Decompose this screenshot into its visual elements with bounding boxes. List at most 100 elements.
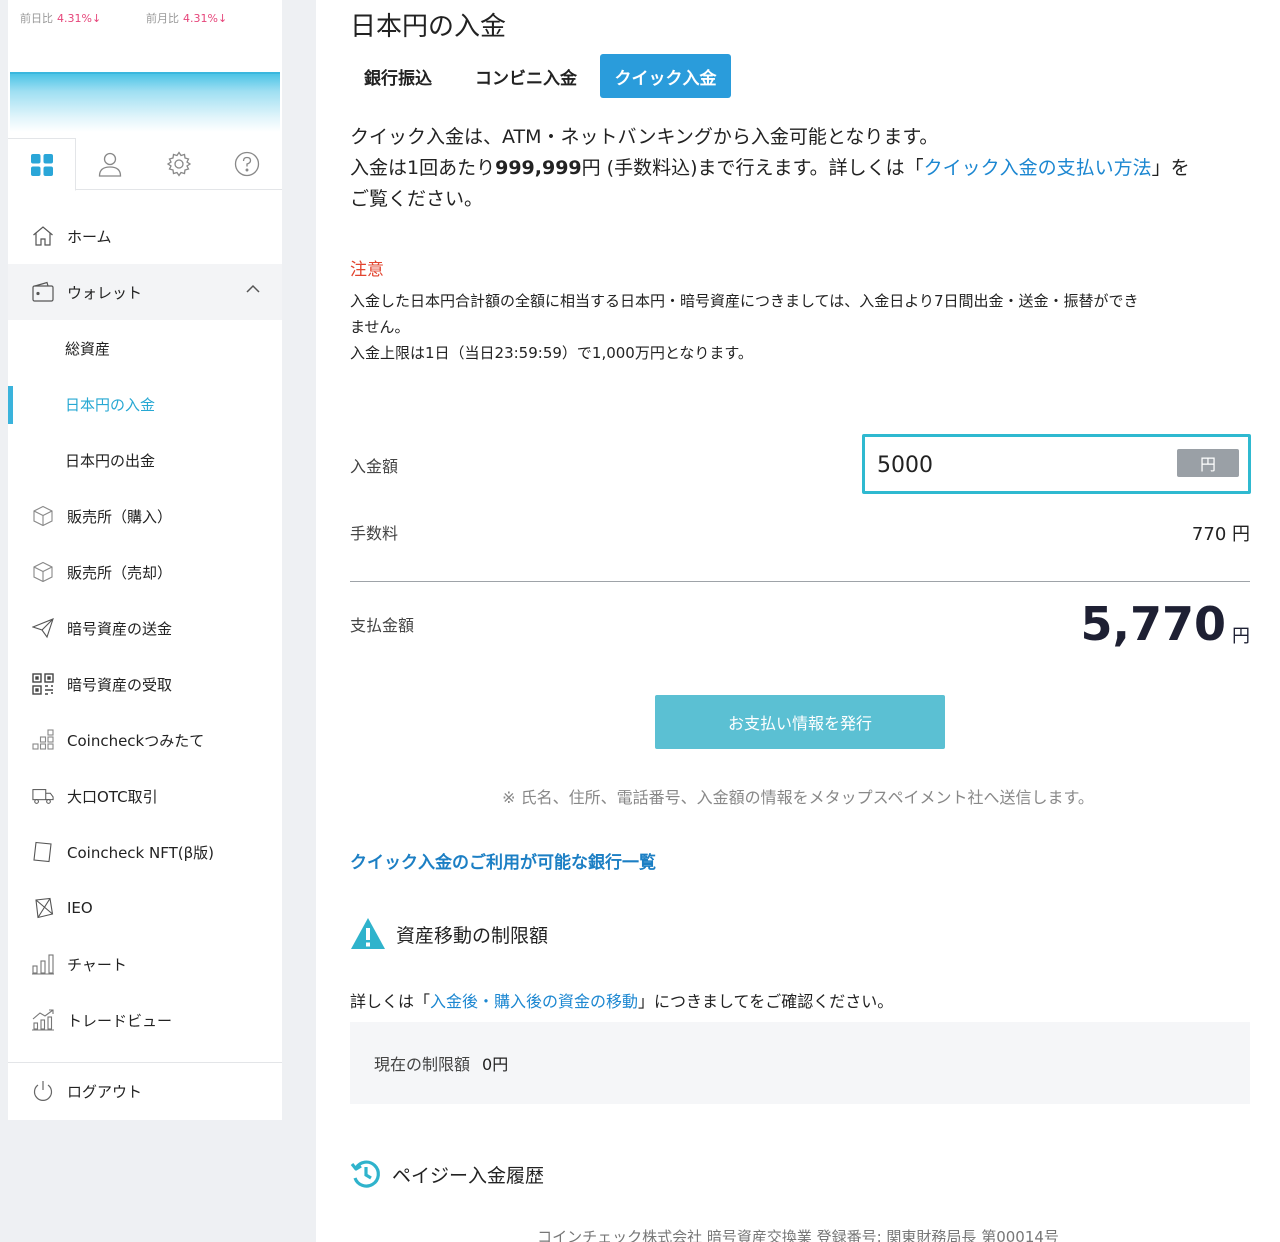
sidebar-item-sell[interactable]: 販売所（売却） [8,544,282,600]
intro-line-1: クイック入金は、ATM・ネットバンキングから入金可能となります。 [350,126,939,148]
sidebar-item-label: Coincheck NFT(β版) [67,843,215,862]
payeasy-history-title: ペイジー入金履歴 [392,1164,545,1187]
current-limit-box: 現在の制限額 0円 [350,1022,1250,1104]
limit-text-pre: 詳しくは「 [350,992,431,1011]
transfer-limit-title: 資産移動の制限額 [396,924,549,947]
user-icon [98,152,122,177]
chevron-up-icon[interactable] [246,284,260,294]
max-amount: 999,999 [495,157,582,179]
fee-label: 手数料 [350,524,399,543]
ieo-icon [35,897,54,919]
intro-line-2: 入金は1回あたり999,999円 (手数料込)まで行えます。詳しくは「クイック入… [350,153,1250,184]
sidebar-item-label: 大口OTC取引 [67,787,158,806]
current-limit-value: 0円 [482,1055,509,1074]
intro-line-2-post: 」を [1151,157,1190,179]
mini-chart [10,72,280,132]
paper-plane-icon [32,618,54,639]
current-limit-label: 現在の制限額 [374,1055,471,1074]
caution-text: 入金した日本円合計額の全額に相当する日本円・暗号資産につきましては、入金日より7… [350,288,1250,366]
history-icon [350,1160,380,1188]
cube-icon [33,561,53,583]
sidebar-item-label: 日本円の出金 [65,451,156,470]
day-change-value: 4.31%↓ [57,12,102,25]
sidebar-item-jpy-deposit[interactable]: 日本円の入金 [8,376,282,432]
card-icon [33,841,52,863]
cube-icon [33,505,53,527]
sidebar: 前日比 4.31%↓ 前月比 4.31%↓ ホーム ウォレット 総資産 日本円の… [8,0,282,1120]
sidebar-item-ieo[interactable]: IEO [8,880,282,936]
fund-transfer-link[interactable]: 入金後・購入後の資金の移動 [430,992,638,1011]
sidebar-item-label: ホーム [67,227,112,246]
price-ticker: 前日比 4.31%↓ 前月比 4.31%↓ [20,10,270,30]
sidebar-item-receive[interactable]: 暗号資産の受取 [8,656,282,712]
tab-convenience-store[interactable]: コンビニ入金 [462,54,590,98]
wallet-icon [32,281,54,302]
supported-banks-link[interactable]: クイック入金のご利用が可能な銀行一覧 [350,848,656,873]
footer-registration: コインチェック株式会社 暗号資産交換業 登録番号: 関東財務局長 第00014号 [537,1228,1059,1242]
tab-bank-transfer[interactable]: 銀行振込 [350,54,446,98]
sidebar-item-tradeview[interactable]: トレードビュー [8,992,282,1048]
tab-account[interactable] [76,138,144,190]
sidebar-item-logout[interactable]: ログアウト [8,1063,282,1119]
caution-line-1: 入金した日本円合計額の全額に相当する日本円・暗号資産につきましては、入金日より7… [350,292,1139,310]
tab-quick-deposit[interactable]: クイック入金 [600,54,731,98]
intro-text: クイック入金は、ATM・ネットバンキングから入金可能となります。 入金は1回あた… [350,122,1250,215]
coins-stack-icon [32,729,54,750]
sidebar-menu: ホーム ウォレット 総資産 日本円の入金 日本円の出金 販売所（購入） 販売所（… [8,208,282,1048]
amount-unit-badge: 円 [1177,449,1239,477]
warning-icon [351,918,385,949]
logout-section: ログアウト [8,1063,282,1119]
quick-deposit-howto-link[interactable]: クイック入金の支払い方法 [924,157,1152,179]
sidebar-item-label: 暗号資産の受取 [67,675,173,694]
amount-input[interactable] [877,451,1157,479]
total-amount: 5,770 円 [1080,596,1250,652]
power-icon [33,1081,53,1101]
month-change-label: 前月比 [146,12,179,25]
sidebar-item-total-assets[interactable]: 総資産 [8,320,282,376]
sidebar-item-jpy-withdraw[interactable]: 日本円の出金 [8,432,282,488]
sidebar-item-tsumitate[interactable]: Coincheckつみたて [8,712,282,768]
tab-dashboard[interactable] [8,138,76,191]
sidebar-item-label: チャート [67,955,127,974]
sidebar-item-label: ウォレット [67,283,143,302]
sidebar-item-label: 暗号資産の送金 [67,619,173,638]
issue-payment-info-button[interactable]: お支払い情報を発行 [655,695,945,749]
divider [350,581,1250,582]
total-label: 支払金額 [350,616,415,635]
caution-title: 注意 [350,260,384,280]
main-content: 日本円の入金 銀行振込 コンビニ入金 クイック入金 クイック入金は、ATM・ネッ… [316,0,1280,1242]
sidebar-item-wallet[interactable]: ウォレット [8,264,282,320]
transfer-limit-text: 詳しくは「入金後・購入後の資金の移動」につきましてをご確認ください。 [350,988,893,1012]
day-change-label: 前日比 [20,12,53,25]
qr-code-icon [32,673,54,695]
sidebar-item-send[interactable]: 暗号資産の送金 [8,600,282,656]
page-title: 日本円の入金 [350,12,507,42]
sidebar-item-otc[interactable]: 大口OTC取引 [8,768,282,824]
gear-icon [166,151,192,177]
sidebar-item-chart[interactable]: チャート [8,936,282,992]
day-change: 前日比 4.31%↓ [20,10,101,26]
help-icon [234,151,260,177]
truck-icon [32,789,54,804]
home-icon [33,226,53,246]
payeasy-history-heading: ペイジー入金履歴 [350,1158,544,1190]
sidebar-item-label: Coincheckつみたて [67,731,205,750]
tab-help[interactable] [213,138,281,190]
month-change-value: 4.31%↓ [183,12,228,25]
amount-field: 円 [862,434,1251,494]
total-value: 5,770 [1080,597,1226,651]
sidebar-item-label: 総資産 [65,339,111,358]
sidebar-item-buy[interactable]: 販売所（購入） [8,488,282,544]
total-unit: 円 [1232,626,1250,647]
sidebar-item-label: 販売所（売却） [67,563,173,582]
sidebar-item-label: トレードビュー [67,1011,173,1030]
sidebar-item-nft[interactable]: Coincheck NFT(β版) [8,824,282,880]
sidebar-item-label: 日本円の入金 [65,395,156,414]
sidebar-item-label: 販売所（購入） [67,507,173,526]
fee-value: 770 円 [1191,524,1250,545]
tab-settings[interactable] [145,138,213,190]
caution-line-2: ません。 [350,318,410,336]
intro-line-2-pre: 入金は1回あたり [350,157,496,179]
privacy-note: ※ 氏名、住所、電話番号、入金額の情報をメタップスペイメント社へ送信します。 [502,788,1094,807]
sidebar-item-home[interactable]: ホーム [8,208,282,264]
